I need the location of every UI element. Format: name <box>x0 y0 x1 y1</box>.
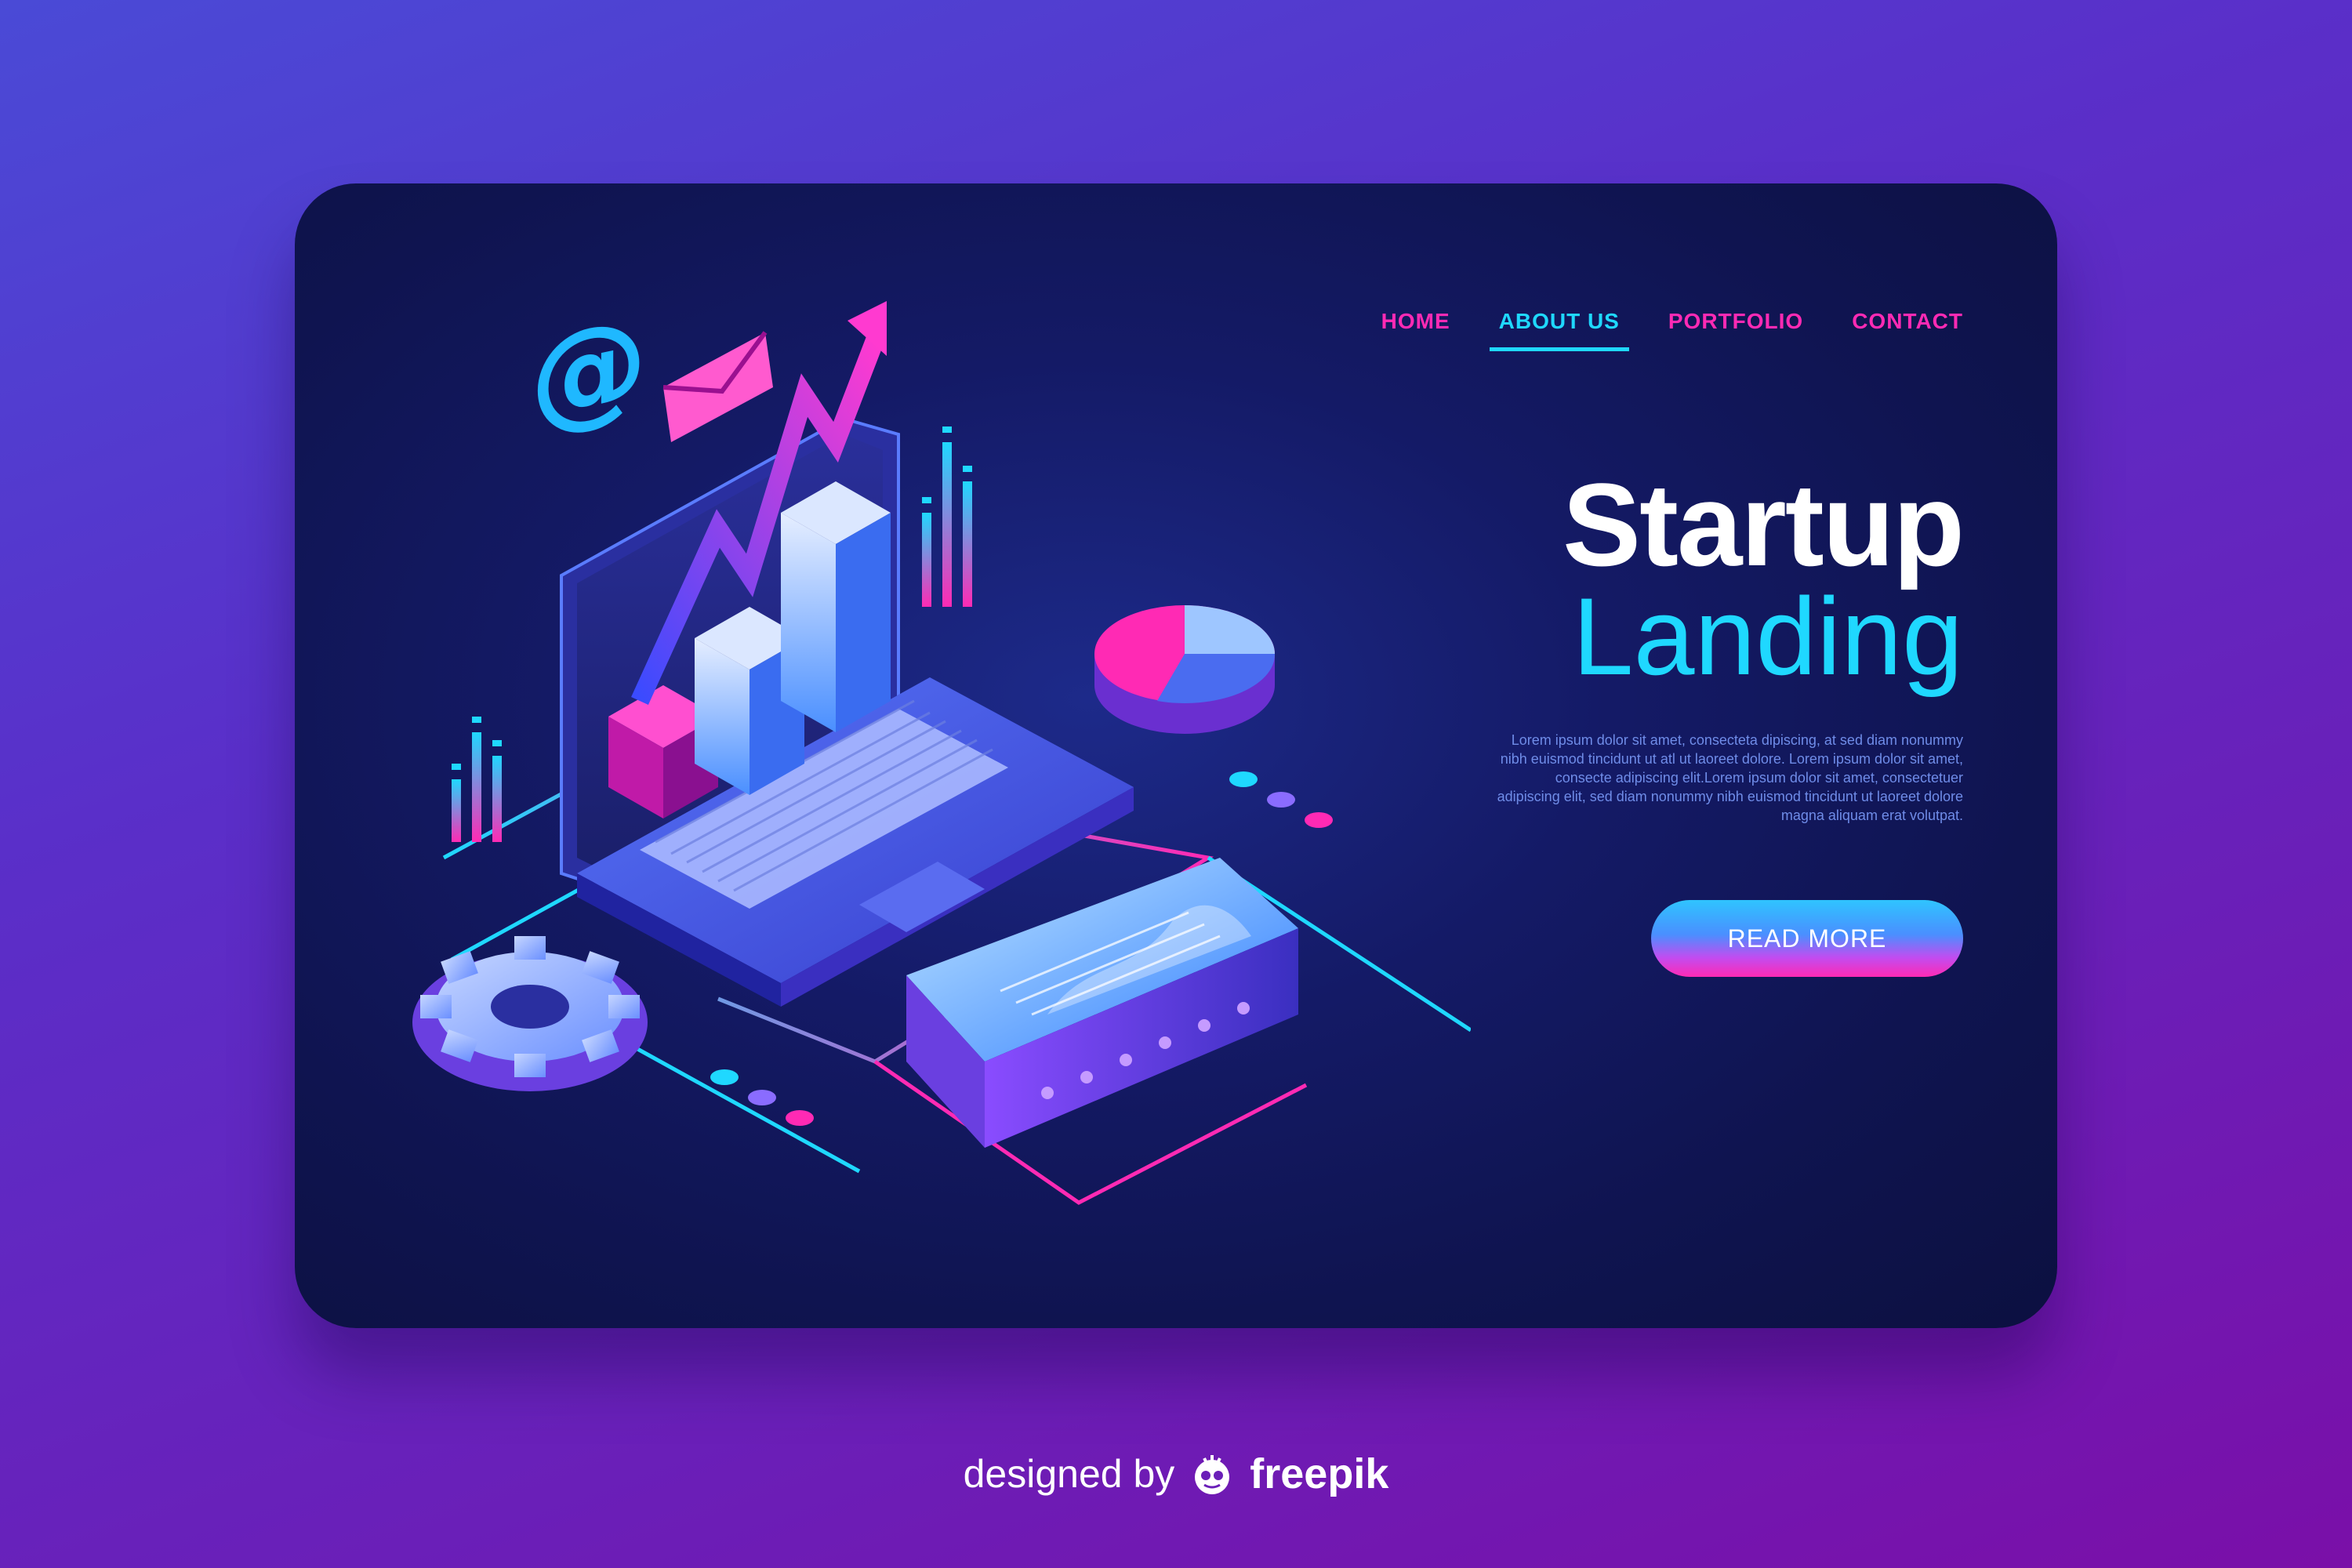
svg-text:@: @ <box>530 289 648 452</box>
credit-footer: designed by freepik <box>0 1449 2352 1499</box>
read-more-button[interactable]: READ MORE <box>1651 900 1963 977</box>
read-more-label: READ MORE <box>1727 924 1887 953</box>
nav-about-us[interactable]: ABOUT US <box>1489 309 1630 351</box>
meter-bars-left <box>452 717 502 842</box>
isometric-illustration: @ <box>412 289 1471 1205</box>
nav-contact[interactable]: CONTACT <box>1852 309 1963 347</box>
nav-home[interactable]: HOME <box>1381 309 1450 347</box>
credit-brand: freepik <box>1250 1450 1389 1497</box>
gear-icon <box>412 936 648 1091</box>
hero-subtitle: Landing <box>1572 575 1963 698</box>
hero-body-text: Lorem ipsum dolor sit amet, consecteta d… <box>1497 732 1963 823</box>
at-sign-icon: @ <box>530 289 648 452</box>
hero-title: Startup <box>1563 459 1965 590</box>
meter-bars-right <box>922 426 972 607</box>
nav-portfolio[interactable]: PORTFOLIO <box>1668 309 1803 347</box>
freepik-logo-icon <box>1195 1455 1230 1494</box>
indicator-dots-top <box>1229 771 1333 828</box>
pie-chart-icon <box>1094 605 1276 734</box>
main-nav: HOME ABOUT US PORTFOLIO CONTACT <box>1381 309 1963 351</box>
credit-prefix: designed by <box>963 1452 1175 1496</box>
envelope-icon <box>662 331 773 442</box>
landing-card: @ HOME ABOUT US PORTFOLIO CONTACT Startu… <box>295 183 2057 1328</box>
